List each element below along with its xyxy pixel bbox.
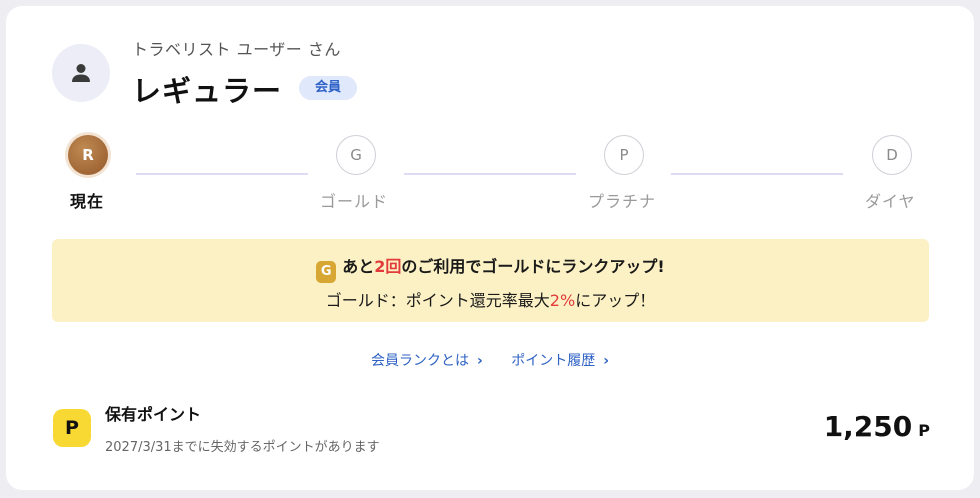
- rank-step-platinum: P: [604, 135, 644, 175]
- gold-benefit-message: ゴールド：ポイント還元率最大2%にアップ！: [52, 287, 929, 311]
- rank-up-message: G あと2回のご利用でゴールドにランクアップ!: [52, 253, 929, 283]
- rank-up-banner: G あと2回のご利用でゴールドにランクアップ! ゴールド：ポイント還元率最大2%に…: [52, 239, 929, 322]
- rank-title: レギュラー: [132, 74, 283, 108]
- point-icon: P: [53, 409, 91, 447]
- progress-line: [136, 173, 308, 175]
- rank-up-message-pre: あと: [342, 257, 375, 276]
- rank-step-label-platinum: プラチナ: [588, 192, 657, 211]
- gold-benefit-post: にアップ！: [575, 291, 656, 310]
- rank-up-message-post: のご利用でゴールドにランクアップ!: [401, 257, 665, 276]
- progress-line: [671, 173, 843, 175]
- gold-benefit-pre: ゴールド：ポイント還元率最大: [325, 291, 550, 310]
- user-name: トラベリスト ユーザー さん: [132, 40, 341, 59]
- user-icon: [72, 64, 90, 82]
- remaining-uses: 2回: [374, 257, 402, 276]
- rank-step-label-gold: ゴールド: [320, 192, 389, 211]
- member-badge: 会員: [299, 76, 358, 100]
- info-links: 会員ランクとは › ポイント履歴 ›: [6, 350, 974, 370]
- member-rank-card: トラベリスト ユーザー さん レギュラー 会員 R G P D 現在 ゴールド …: [6, 6, 974, 490]
- rank-info-link[interactable]: 会員ランクとは ›: [371, 350, 483, 370]
- progress-line: [404, 173, 576, 175]
- rank-step-gold: G: [336, 135, 376, 175]
- points-unit: P: [918, 421, 930, 440]
- chevron-right-icon: ›: [476, 353, 483, 369]
- chevron-right-icon: ›: [603, 353, 609, 369]
- points-balance: 1,250 P: [824, 410, 930, 443]
- points-amount: 1,250: [823, 410, 913, 443]
- avatar: [52, 44, 110, 102]
- rank-step-diamond: D: [872, 135, 912, 175]
- rank-info-link-label: 会員ランクとは: [370, 353, 469, 369]
- expiry-note: 2027/3/31までに失効するポイントがあります: [105, 440, 380, 455]
- gold-medal-icon: G: [316, 261, 337, 283]
- gold-benefit-rate: 2%: [549, 291, 576, 310]
- points-label: 保有ポイント: [105, 405, 202, 424]
- rank-step-letter: R: [68, 135, 108, 175]
- rank-step-label-diamond: ダイヤ: [865, 192, 916, 211]
- rank-step-regular: R: [65, 132, 111, 178]
- point-history-link-label: ポイント履歴: [511, 353, 596, 369]
- rank-step-label-current: 現在: [70, 192, 105, 211]
- point-history-link[interactable]: ポイント履歴 ›: [511, 350, 609, 370]
